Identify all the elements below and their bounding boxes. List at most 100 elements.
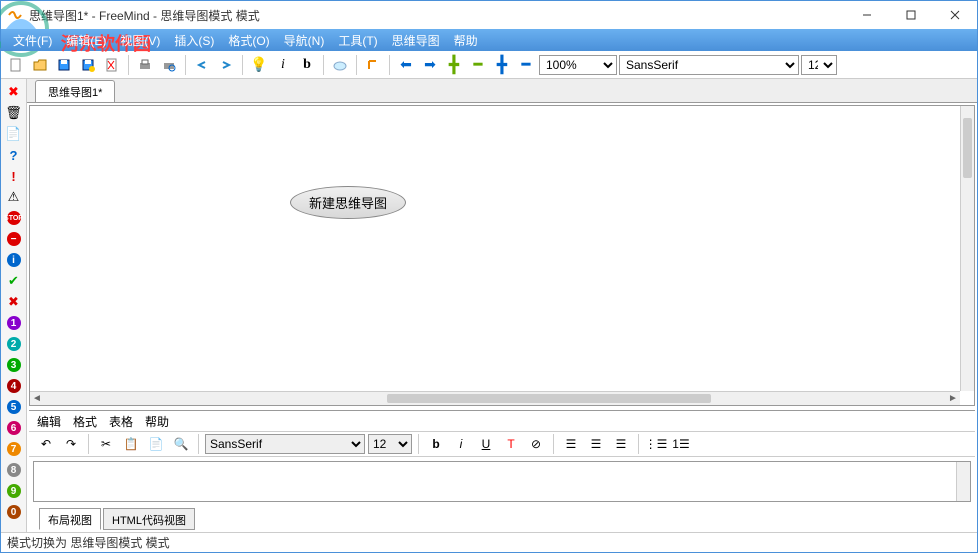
maximize-button[interactable] — [889, 1, 933, 29]
menu-edit[interactable]: 编辑(E) — [60, 30, 112, 51]
tab-layout-view[interactable]: 布局视图 — [39, 508, 101, 530]
priority-1-icon[interactable]: 1 — [5, 314, 23, 332]
idea-button[interactable]: 💡 — [248, 54, 270, 76]
info-icon[interactable]: i — [5, 251, 23, 269]
menu-insert[interactable]: 插入(S) — [168, 30, 220, 51]
editor-scrollbar[interactable] — [956, 462, 970, 501]
app-icon — [7, 7, 23, 23]
clear-format-button[interactable]: ⊘ — [525, 434, 547, 454]
menu-file[interactable]: 文件(F) — [7, 30, 58, 51]
editor-menu-help[interactable]: 帮助 — [145, 413, 169, 430]
number-list-button[interactable]: 1☰ — [670, 434, 692, 454]
menu-tools[interactable]: 工具(T) — [332, 30, 383, 51]
menu-view[interactable]: 视图(V) — [114, 30, 166, 51]
close-button[interactable] — [933, 1, 977, 29]
align-center-button[interactable]: ☰ — [585, 434, 607, 454]
remove-node-button[interactable]: ━ — [467, 54, 489, 76]
save-button[interactable] — [53, 54, 75, 76]
copy-button[interactable]: 📋 — [120, 434, 142, 454]
stop-icon[interactable]: STOP — [5, 209, 23, 227]
menu-format[interactable]: 格式(O) — [222, 30, 275, 51]
minimize-button[interactable] — [845, 1, 889, 29]
scroll-left-icon[interactable]: ◄ — [30, 393, 44, 404]
tab-html-view[interactable]: HTML代码视图 — [103, 508, 195, 530]
bullet-list-button[interactable]: ⋮☰ — [645, 434, 667, 454]
vertical-scrollbar[interactable] — [960, 106, 974, 391]
titlebar: 思维导图1* - FreeMind - 思维导图模式 模式 — [1, 1, 977, 29]
align-right-button[interactable]: ☰ — [610, 434, 632, 454]
close-file-button[interactable] — [101, 54, 123, 76]
priority-9-icon[interactable]: 9 — [5, 482, 23, 500]
paste-button[interactable]: 📄 — [145, 434, 167, 454]
root-node[interactable]: 新建思维导图 — [290, 186, 406, 219]
editor-fontsize-select[interactable]: 12 — [368, 434, 412, 454]
menu-mindmap[interactable]: 思维导图 — [386, 30, 446, 51]
warning-icon[interactable]: ⚠ — [5, 188, 23, 206]
editor-toolbar: ↶ ↷ ✂ 📋 📄 🔍 SansSerif 12 b i U T ⊘ ☰ ☰ ☰ — [29, 431, 975, 457]
canvas-area: 新建思维导图 ◄ ► — [29, 105, 975, 406]
editor-menu-table[interactable]: 表格 — [109, 413, 133, 430]
undo-button[interactable] — [191, 54, 213, 76]
priority-6-icon[interactable]: 6 — [5, 419, 23, 437]
nav-next-button[interactable]: ➡ — [419, 54, 441, 76]
redo-button[interactable] — [215, 54, 237, 76]
ok-icon[interactable]: ✔ — [5, 272, 23, 290]
editor-undo-button[interactable]: ↶ — [35, 434, 57, 454]
font-select[interactable]: SansSerif — [619, 55, 799, 75]
align-left-button[interactable]: ☰ — [560, 434, 582, 454]
new-button[interactable] — [5, 54, 27, 76]
note-icon[interactable]: 📄 — [5, 125, 23, 143]
zoom-select[interactable]: 100% — [539, 55, 617, 75]
document-tab[interactable]: 思维导图1* — [35, 80, 115, 102]
print-preview-button[interactable] — [158, 54, 180, 76]
menu-navigate[interactable]: 导航(N) — [278, 30, 331, 51]
editor-bold-button[interactable]: b — [425, 434, 447, 454]
saveas-button[interactable] — [77, 54, 99, 76]
bold-button[interactable]: b — [296, 54, 318, 76]
fontsize-select[interactable]: 12 — [801, 55, 837, 75]
print-button[interactable] — [134, 54, 156, 76]
priority-7-icon[interactable]: 7 — [5, 440, 23, 458]
add-sibling-button[interactable]: ╋ — [443, 54, 465, 76]
mindmap-canvas[interactable]: 新建思维导图 — [30, 106, 960, 391]
status-text: 模式切换为 思维导图模式 模式 — [7, 534, 170, 551]
editor-underline-button[interactable]: U — [475, 434, 497, 454]
cancel-icon[interactable]: − — [5, 230, 23, 248]
editor-font-select[interactable]: SansSerif — [205, 434, 365, 454]
menubar: 河东软件园 文件(F) 编辑(E) 视图(V) 插入(S) 格式(O) 导航(N… — [1, 29, 977, 51]
find-replace-button[interactable]: 🔍 — [170, 434, 192, 454]
priority-3-icon[interactable]: 3 — [5, 356, 23, 374]
window-title: 思维导图1* - FreeMind - 思维导图模式 模式 — [29, 7, 845, 24]
priority-5-icon[interactable]: 5 — [5, 398, 23, 416]
find-button[interactable] — [362, 54, 384, 76]
remove-icon[interactable]: ✖ — [5, 83, 23, 101]
editor-menu-format[interactable]: 格式 — [73, 413, 97, 430]
cloud-button[interactable] — [329, 54, 351, 76]
add-child-button[interactable]: ╋ — [491, 54, 513, 76]
nav-prev-button[interactable]: ⬅ — [395, 54, 417, 76]
document-tabbar: 思维导图1* — [27, 79, 977, 103]
note-editor: 编辑 格式 表格 帮助 ↶ ↷ ✂ 📋 📄 🔍 SansSerif 12 b i… — [29, 410, 975, 530]
horizontal-scrollbar[interactable]: ◄ ► — [30, 391, 960, 405]
priority-4-icon[interactable]: 4 — [5, 377, 23, 395]
menu-help[interactable]: 帮助 — [448, 30, 484, 51]
editor-view-tabs: 布局视图 HTML代码视图 — [29, 506, 975, 530]
remove-child-button[interactable]: ━ — [515, 54, 537, 76]
priority-0-icon[interactable]: 0 — [5, 503, 23, 521]
editor-textarea[interactable] — [33, 461, 971, 502]
important-icon[interactable]: ! — [5, 167, 23, 185]
not-ok-icon[interactable]: ✖ — [5, 293, 23, 311]
help-icon[interactable]: ? — [5, 146, 23, 164]
italic-button[interactable]: i — [272, 54, 294, 76]
font-color-button[interactable]: T — [500, 434, 522, 454]
priority-8-icon[interactable]: 8 — [5, 461, 23, 479]
trash-icon[interactable]: 🗑 — [5, 104, 23, 122]
open-button[interactable] — [29, 54, 51, 76]
editor-italic-button[interactable]: i — [450, 434, 472, 454]
cut-button[interactable]: ✂ — [95, 434, 117, 454]
editor-menubar: 编辑 格式 表格 帮助 — [29, 411, 975, 431]
scroll-right-icon[interactable]: ► — [946, 393, 960, 404]
editor-redo-button[interactable]: ↷ — [60, 434, 82, 454]
editor-menu-edit[interactable]: 编辑 — [37, 413, 61, 430]
priority-2-icon[interactable]: 2 — [5, 335, 23, 353]
